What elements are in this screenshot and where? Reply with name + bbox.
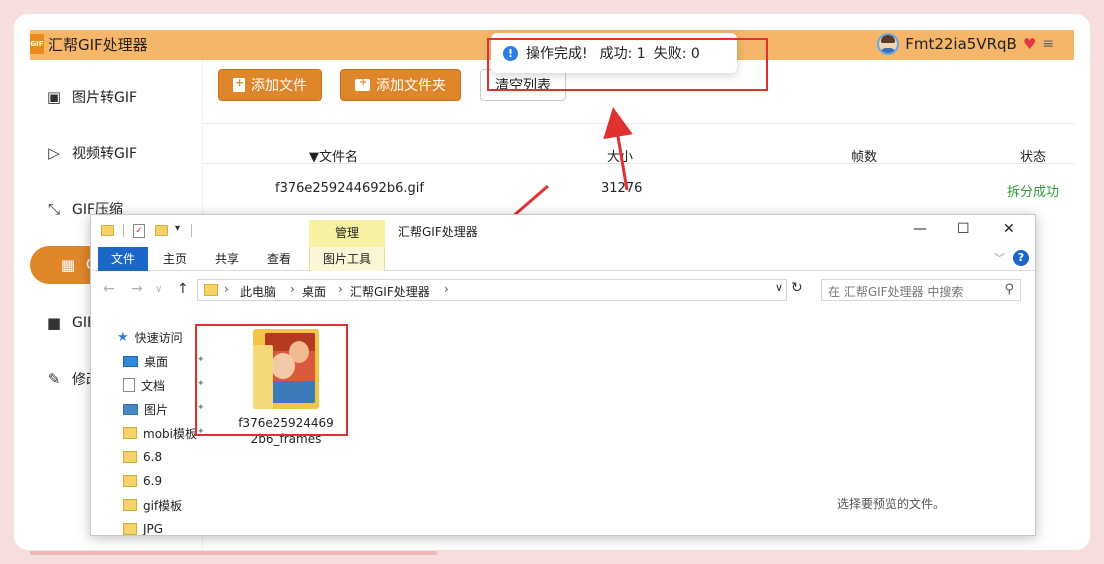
properties-icon[interactable]: ✓: [133, 224, 145, 238]
folder-icon: [123, 523, 137, 535]
chevron-down-icon[interactable]: ∨: [155, 284, 162, 295]
minimize-icon[interactable]: —: [913, 221, 927, 237]
desktop-icon: [123, 355, 138, 367]
nav-item-quick-access[interactable]: ★ 快速访问: [117, 327, 183, 347]
close-icon[interactable]: ✕: [1003, 221, 1015, 237]
back-arrow-icon[interactable]: ←: [103, 281, 115, 297]
nav-item-label: mobi模板: [143, 426, 197, 441]
nav-item-label: 快速访问: [134, 330, 183, 345]
nav-item-label: JPG: [143, 522, 164, 536]
document-icon: [123, 378, 135, 392]
nav-item-label: 6.8: [143, 450, 163, 464]
nav-item-label: 桌面: [144, 354, 169, 369]
arrow-to-toast: [603, 107, 633, 191]
divider: [191, 224, 192, 237]
star-icon: ★: [117, 329, 129, 345]
folder-icon: [123, 499, 137, 511]
nav-item-label: 文档: [141, 378, 166, 393]
nav-item-label: 图片: [144, 402, 169, 417]
up-arrow-icon[interactable]: ↑: [177, 281, 189, 297]
tab-file[interactable]: 文件: [98, 247, 148, 271]
chevron-down-icon[interactable]: ▾: [175, 223, 180, 234]
search-input[interactable]: 在 汇帮GIF处理器 中搜索 ⚲: [821, 279, 1021, 301]
nav-item-jpg[interactable]: JPG: [123, 519, 164, 536]
nav-item-6-9[interactable]: 6.9: [123, 471, 162, 491]
annotation-box-output-folder: [195, 324, 348, 436]
folder-icon: [123, 427, 137, 439]
folder-icon: [123, 475, 137, 487]
new-folder-icon[interactable]: [155, 225, 168, 236]
breadcrumb-separator: ›: [224, 282, 229, 296]
chevron-down-icon[interactable]: ∨: [775, 281, 783, 294]
forward-arrow-icon[interactable]: →: [131, 281, 143, 297]
refresh-icon[interactable]: ↻: [791, 280, 803, 296]
breadcrumb-separator[interactable]: ›: [290, 282, 295, 296]
nav-item-desktop[interactable]: 桌面: [123, 351, 168, 371]
tab-home[interactable]: 主页: [153, 247, 197, 271]
tab-picture-tools[interactable]: 图片工具: [309, 247, 385, 271]
explorer-window-title: 汇帮GIF处理器: [398, 225, 478, 239]
ribbon-tabs: 文件 主页 共享 查看 图片工具 ﹀ ?: [91, 247, 1035, 271]
tab-manage[interactable]: 管理: [309, 220, 385, 247]
chevron-down-icon[interactable]: ﹀: [994, 250, 1005, 266]
help-icon[interactable]: ?: [1013, 250, 1029, 266]
search-placeholder: 在 汇帮GIF处理器 中搜索: [828, 285, 964, 299]
breadcrumb-separator[interactable]: ›: [444, 282, 449, 296]
navigation-pane: ★ 快速访问 桌面 ✦ 文档 ✦ 图片 ✦ mobi模板 ✦ 6.8 6.9 g…: [91, 323, 211, 536]
divider: [123, 224, 124, 237]
search-icon[interactable]: ⚲: [1004, 282, 1014, 297]
nav-item-gif-template[interactable]: gif模板: [123, 495, 182, 515]
preview-hint: 选择要预览的文件。: [837, 497, 946, 511]
nav-item-label: 6.9: [143, 474, 163, 488]
maximize-icon[interactable]: ☐: [957, 221, 970, 237]
tab-view[interactable]: 查看: [257, 247, 301, 271]
folder-icon: [204, 284, 218, 296]
explorer-titlebar: ✓ ▾ 管理 汇帮GIF处理器 — ☐ ✕: [91, 215, 1035, 247]
breadcrumb-desktop[interactable]: 桌面: [302, 283, 326, 300]
pictures-icon: [123, 403, 138, 415]
address-bar[interactable]: › 此电脑 › 桌面 › 汇帮GIF处理器 ›: [197, 279, 787, 301]
address-row: ← → ∨ ↑ › 此电脑 › 桌面 › 汇帮GIF处理器 › ∨ ↻ 在 汇帮…: [91, 277, 1035, 303]
nav-item-mobi[interactable]: mobi模板: [123, 423, 197, 443]
nav-item-6-8[interactable]: 6.8: [123, 447, 162, 467]
nav-item-label: gif模板: [143, 498, 183, 513]
nav-item-pictures[interactable]: 图片: [123, 399, 168, 419]
nav-item-documents[interactable]: 文档: [123, 375, 165, 395]
folder-icon: [101, 225, 114, 236]
breadcrumb-separator[interactable]: ›: [338, 282, 343, 296]
breadcrumb-this-pc[interactable]: 此电脑: [240, 283, 276, 300]
folder-icon: [123, 451, 137, 463]
tab-share[interactable]: 共享: [205, 247, 249, 271]
breadcrumb-folder[interactable]: 汇帮GIF处理器: [350, 283, 430, 300]
